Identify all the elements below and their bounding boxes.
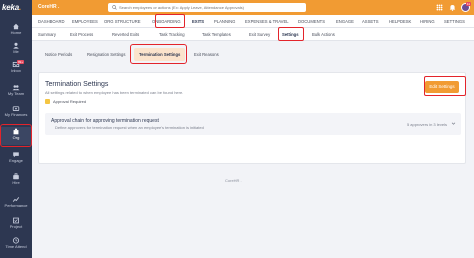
nav-employees[interactable]: EMPLOYEES	[72, 15, 98, 28]
sidebar-item-home[interactable]: Home	[0, 22, 32, 40]
subnav-exit-survey[interactable]: Exit Survey	[249, 28, 270, 41]
main-nav: DASHBOARD EMPLOYEES ORG STRUCTURE ONBOAR…	[32, 15, 474, 28]
engage-icon	[13, 152, 19, 158]
search-icon	[112, 5, 117, 10]
tab-notice-periods[interactable]: Notice Periods	[40, 48, 77, 61]
global-search[interactable]	[108, 3, 306, 12]
sidebar-item-label: Home	[10, 30, 22, 35]
page-title: Termination Settings	[45, 81, 109, 88]
company-name[interactable]: CoreHR .	[38, 4, 59, 10]
inbox-badge: 99+	[17, 60, 25, 64]
apps-icon[interactable]	[435, 4, 443, 12]
sidebar-item-label: Me	[13, 49, 19, 54]
settings-highlight-box	[278, 27, 304, 41]
approval-required-checkbox	[45, 99, 50, 104]
team-icon	[12, 85, 20, 91]
user-icon	[13, 42, 19, 49]
sidebar-item-label: Performance	[4, 203, 28, 208]
subnav-task-templates[interactable]: Task Templates	[202, 28, 231, 41]
nav-engage[interactable]: ENGAGE	[336, 15, 354, 28]
top-actions: 11	[435, 2, 471, 12]
home-icon	[13, 23, 19, 30]
nav-settings[interactable]: SETTINGS	[444, 15, 465, 28]
tab-resignation-settings[interactable]: Resignation Settings	[82, 48, 130, 61]
approval-chain-title: Approval chain for approving termination…	[51, 118, 159, 124]
sidebar-item-label: Inbox	[11, 68, 21, 73]
bell-icon[interactable]	[448, 4, 456, 12]
footer-company: CoreHR .	[225, 178, 242, 183]
subnav-reverted-exits[interactable]: Reverted Exits	[112, 28, 139, 41]
nav-helpdesk[interactable]: HELPDESK	[389, 15, 411, 28]
top-bar: CoreHR . 11	[32, 0, 474, 15]
sidebar-item-inbox[interactable]: 99+ Inbox	[0, 60, 32, 78]
page-subtitle: All settings related to when employee ha…	[45, 90, 184, 95]
nav-assets[interactable]: ASSETS	[362, 15, 379, 28]
org-highlight-box	[0, 124, 32, 147]
project-icon	[13, 217, 19, 224]
exits-highlight-box	[155, 14, 185, 28]
nav-org-structure[interactable]: ORG STRUCTURE	[104, 15, 141, 28]
approval-chain-panel[interactable]: Approval chain for approving termination…	[45, 113, 461, 135]
sidebar-item-label: Hire	[12, 180, 20, 185]
sidebar-item-engage[interactable]: Engage	[0, 150, 32, 168]
sidebar-item-time-attend[interactable]: Time Attend	[0, 236, 32, 254]
sidebar-item-label: Project	[9, 224, 23, 229]
sidebar-item-my-team[interactable]: My Team	[0, 83, 32, 101]
approval-chain-description: Define approvers for termination request…	[55, 125, 204, 130]
tab-exit-reasons[interactable]: Exit Reasons	[189, 48, 224, 61]
approval-required-label: Approval Required	[53, 99, 87, 104]
sidebar-item-project[interactable]: Project	[0, 216, 32, 234]
subnav-bulk-actions[interactable]: Bulk Actions	[312, 28, 335, 41]
avatar[interactable]: 11	[461, 2, 471, 12]
keka-logo[interactable]: keka.	[2, 3, 30, 13]
finances-icon	[12, 106, 20, 112]
sidebar-item-label: Engage	[9, 158, 23, 163]
sidebar-item-label: My Finances	[4, 112, 28, 117]
search-input[interactable]	[119, 3, 303, 12]
subnav-exit-process[interactable]: Exit Process	[70, 28, 93, 41]
edit-settings-highlight-box	[424, 76, 466, 96]
sidebar-item-label: Time Attend	[5, 244, 27, 249]
approver-count: 5 approvers in 3 levels	[406, 122, 447, 127]
sidebar-item-performance[interactable]: Performance	[0, 195, 32, 213]
card-header: Termination Settings All settings relate…	[39, 73, 465, 103]
settings-tabs: Notice Periods Resignation Settings Term…	[32, 41, 474, 68]
performance-icon	[12, 197, 20, 202]
termination-tab-highlight-box	[130, 44, 187, 64]
sidebar-item-my-finances[interactable]: My Finances	[0, 104, 32, 122]
subnav-task-tracking[interactable]: Task Tracking	[159, 28, 185, 41]
sidebar-item-hire[interactable]: Hire	[0, 172, 32, 190]
nav-hiring[interactable]: HIRING	[420, 15, 435, 28]
nav-dashboard[interactable]: DASHBOARD	[38, 15, 65, 28]
chevron-down-icon[interactable]	[451, 121, 456, 126]
sub-nav: Summary Exit Process Reverted Exits Task…	[32, 28, 474, 41]
sidebar-item-me[interactable]: Me	[0, 41, 32, 59]
subnav-summary[interactable]: Summary	[38, 28, 56, 41]
nav-planning[interactable]: PLANNING	[214, 15, 235, 28]
clock-icon	[12, 237, 20, 244]
nav-exits[interactable]: EXITS	[192, 15, 204, 28]
sidebar-item-label: My Team	[7, 91, 25, 96]
avatar-badge: 11	[465, 2, 471, 6]
hire-icon	[13, 173, 19, 180]
termination-settings-card: Termination Settings All settings relate…	[38, 72, 466, 164]
